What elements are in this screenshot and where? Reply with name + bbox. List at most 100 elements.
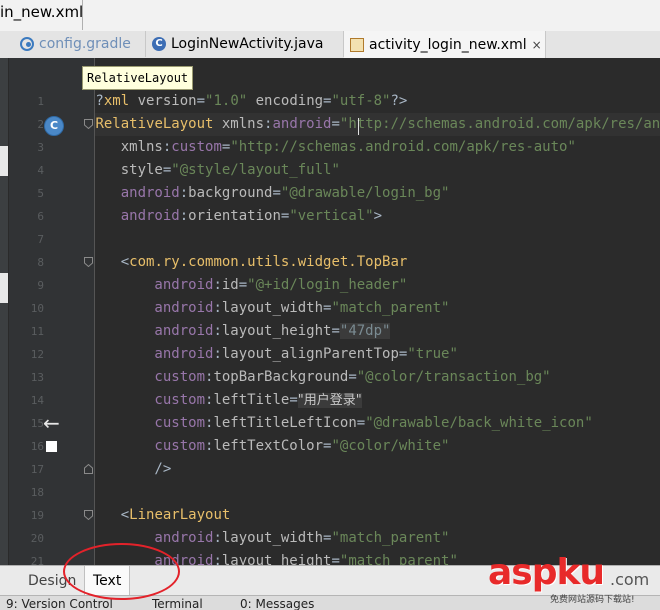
code-token: custom <box>95 415 205 431</box>
code-token: "utf-8" <box>331 93 390 109</box>
code-line[interactable]: <RelativeLayout xmlns:android="http://sc… <box>95 113 660 136</box>
line-number: 7 <box>18 233 44 246</box>
text-caret <box>358 118 359 135</box>
code-token: custom <box>95 369 205 385</box>
code-token: = <box>348 369 356 385</box>
code-token: leftTitleLeftIcon <box>213 415 356 431</box>
code-line[interactable]: android:orientation="vertical"> <box>95 205 660 228</box>
code-line[interactable]: custom:leftTextColor="@color/white" <box>95 435 660 458</box>
code-token: : <box>213 530 221 546</box>
terminal-button[interactable]: Terminal <box>152 597 203 610</box>
code-token: android <box>95 346 213 362</box>
code-token: = <box>331 116 339 132</box>
code-editor[interactable]: <?xml version="1.0" encoding="utf-8"?><R… <box>95 58 660 565</box>
code-line[interactable]: custom:leftTitle="用户登录" <box>95 389 660 412</box>
code-token: layout_width <box>222 300 323 316</box>
line-number: 3 <box>18 141 44 154</box>
line-number: 4 <box>18 164 44 177</box>
fold-marker-icon[interactable] <box>84 257 93 267</box>
code-line[interactable]: android:background="@drawable/login_bg" <box>95 182 660 205</box>
code-line[interactable] <box>95 228 660 251</box>
code-token: android <box>95 300 213 316</box>
code-line[interactable]: <LinearLayout <box>95 504 660 527</box>
code-token: ?> <box>391 93 408 109</box>
code-token: layout_alignParentTop <box>222 346 399 362</box>
line-number: 8 <box>18 256 44 269</box>
close-tab-icon[interactable]: × <box>532 38 542 52</box>
code-token: android <box>95 323 213 339</box>
tab-label: activity_login_new.xml <box>369 37 527 53</box>
code-token: < <box>95 254 129 270</box>
code-token: : <box>213 346 221 362</box>
fold-marker-icon[interactable] <box>84 510 93 520</box>
code-token: encoding <box>247 93 323 109</box>
tab-design[interactable]: Design <box>20 566 84 596</box>
fold-marker-icon[interactable] <box>84 464 93 474</box>
tab-activity-login-new-xml[interactable]: activity_login_new.xml × <box>344 31 546 58</box>
code-token: "match_parent" <box>331 530 449 546</box>
code-line[interactable]: android:layout_alignParentTop="true" <box>95 343 660 366</box>
code-line[interactable]: <?xml version="1.0" encoding="utf-8"?> <box>95 90 660 113</box>
code-line[interactable]: xmlns:custom="http://schemas.android.com… <box>95 136 660 159</box>
tool-window-marker[interactable] <box>0 146 8 176</box>
code-token: android <box>272 116 331 132</box>
code-token: "http://schemas.android.com/apk/res-auto… <box>230 139 576 155</box>
code-line[interactable] <box>95 481 660 504</box>
code-line[interactable]: android:layout_height="match_parent" <box>95 550 660 565</box>
back-arrow-icon: ← <box>43 413 60 433</box>
code-token: leftTitle <box>213 392 289 408</box>
code-token: = <box>357 415 365 431</box>
line-number: 15 <box>18 417 44 430</box>
line-number: 5 <box>18 187 44 200</box>
code-token: = <box>272 185 280 201</box>
left-tool-strip <box>0 58 9 565</box>
tool-window-marker[interactable] <box>0 273 8 303</box>
line-number: 13 <box>18 371 44 384</box>
code-token: = <box>239 277 247 293</box>
line-number: 6 <box>18 210 44 223</box>
messages-button[interactable]: 0: Messages <box>240 597 314 610</box>
tab-label: config.gradle <box>39 36 131 52</box>
tab-config-gradle[interactable]: config.gradle <box>14 31 146 57</box>
tool-window-bar: 9: Version Control Terminal 0: Messages <box>0 595 660 610</box>
code-token: version <box>138 93 197 109</box>
code-token: "@drawable/back_white_icon" <box>365 415 593 431</box>
code-token: "http://schemas.android.com/apk/res/andr… <box>340 116 660 132</box>
code-token: "用户登录" <box>298 393 362 408</box>
code-line[interactable]: android:layout_height="47dp" <box>95 320 660 343</box>
code-line[interactable]: android:layout_width="match_parent" <box>95 297 660 320</box>
code-token: xmlns <box>222 116 264 132</box>
code-token: com.ry.common.utils.widget.TopBar <box>129 254 407 270</box>
gradle-icon <box>20 37 34 51</box>
code-token: style <box>95 162 163 178</box>
tab-label: LoginNewActivity.java <box>171 36 323 52</box>
version-control-button[interactable]: 9: Version Control <box>6 597 113 610</box>
code-line[interactable]: /> <box>95 458 660 481</box>
code-token: : <box>180 208 188 224</box>
code-token: "@+id/login_header" <box>247 277 407 293</box>
code-line[interactable]: android:id="@+id/login_header" <box>95 274 660 297</box>
line-number: 12 <box>18 348 44 361</box>
code-token: RelativeLayout <box>95 116 221 132</box>
tooltip: RelativeLayout <box>82 66 193 90</box>
code-token: id <box>222 277 239 293</box>
tab-text[interactable]: Text <box>84 566 130 596</box>
code-token: topBarBackground <box>213 369 348 385</box>
code-line[interactable]: custom:leftTitleLeftIcon="@drawable/back… <box>95 412 660 435</box>
code-token: "vertical" <box>289 208 373 224</box>
code-token: custom <box>171 139 222 155</box>
code-token: = <box>331 323 339 339</box>
code-token: < <box>95 507 129 523</box>
code-line[interactable]: custom:topBarBackground="@color/transact… <box>95 366 660 389</box>
editor-tab-bar: config.gradle C LoginNewActivity.java ac… <box>0 31 660 59</box>
code-token: leftTextColor <box>213 438 323 454</box>
code-line[interactable]: android:layout_width="match_parent" <box>95 527 660 550</box>
class-marker-icon[interactable]: C <box>44 116 64 136</box>
code-token: xmlns <box>95 139 163 155</box>
fold-marker-icon[interactable] <box>84 119 93 129</box>
code-token: custom <box>95 438 205 454</box>
breadcrumb-file[interactable]: in_new.xml <box>0 3 83 21</box>
tab-login-new-activity[interactable]: C LoginNewActivity.java <box>146 31 344 57</box>
code-line[interactable]: style="@style/layout_full" <box>95 159 660 182</box>
code-line[interactable]: <com.ry.common.utils.widget.TopBar <box>95 251 660 274</box>
